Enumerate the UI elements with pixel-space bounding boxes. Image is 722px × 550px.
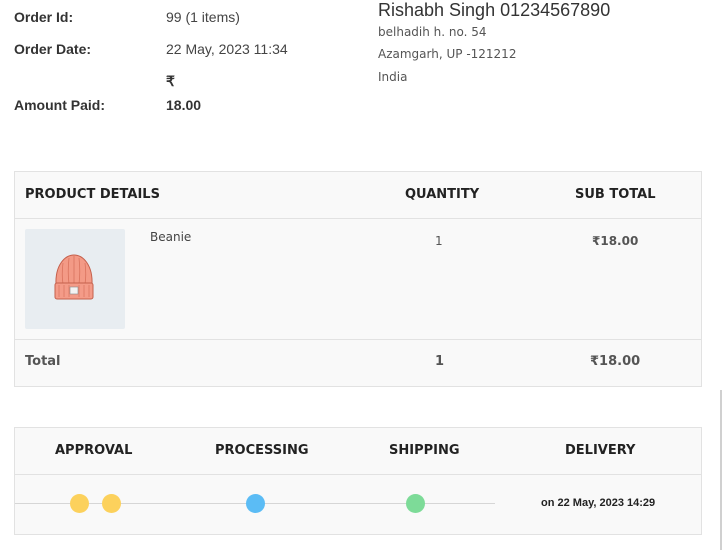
amount-paid-value: 18.00: [166, 97, 202, 113]
beanie-icon: [54, 254, 94, 300]
stage-delivery: DELIVERY: [565, 443, 636, 458]
order-date-label: Order Date:: [14, 41, 92, 57]
total-row: Total 1 ₹18.00: [15, 340, 701, 386]
currency-symbol: ₹: [166, 73, 175, 89]
total-label: Total: [25, 354, 61, 369]
total-subtotal: ₹18.00: [590, 354, 641, 369]
address-line-2: Azamgarh, UP -121212: [378, 47, 517, 61]
product-subtotal: ₹18.00: [592, 234, 639, 248]
table-row: Beanie 1 ₹18.00: [15, 219, 701, 340]
delivery-date: on 22 May, 2023 14:29: [541, 497, 656, 509]
product-quantity: 1: [435, 234, 443, 248]
header-subtotal: SUB TOTAL: [575, 187, 656, 202]
product-name[interactable]: Beanie: [150, 230, 191, 244]
product-table-header: PRODUCT DETAILS QUANTITY SUB TOTAL: [15, 172, 701, 219]
customer-name-phone: Rishabh Singh 01234567890: [378, 0, 611, 20]
order-id-label: Order Id:: [14, 9, 74, 25]
address-country: India: [378, 70, 408, 84]
order-tracking: APPROVAL PROCESSING SHIPPING DELIVERY on…: [14, 427, 702, 535]
header-quantity: QUANTITY: [405, 187, 480, 202]
order-date-value: 22 May, 2023 11:34: [166, 41, 288, 57]
total-quantity: 1: [435, 354, 445, 369]
stage-processing: PROCESSING: [215, 443, 309, 458]
shipping-status-dot: [406, 494, 425, 513]
processing-status-dot: [246, 494, 265, 513]
stage-approval: APPROVAL: [55, 443, 133, 458]
approval-status-dot: [70, 494, 89, 513]
product-thumbnail[interactable]: [25, 229, 125, 329]
order-id-value: 99 (1 items): [166, 9, 240, 25]
address-line-1: belhadih h. no. 54: [378, 25, 487, 39]
header-product-details: PRODUCT DETAILS: [25, 187, 160, 202]
amount-paid-label: Amount Paid:: [14, 97, 105, 113]
product-table: PRODUCT DETAILS QUANTITY SUB TOTAL Beani…: [14, 171, 702, 387]
stage-shipping: SHIPPING: [389, 443, 460, 458]
approval-status-dot: [102, 494, 121, 513]
tracking-header: APPROVAL PROCESSING SHIPPING DELIVERY: [15, 428, 701, 475]
